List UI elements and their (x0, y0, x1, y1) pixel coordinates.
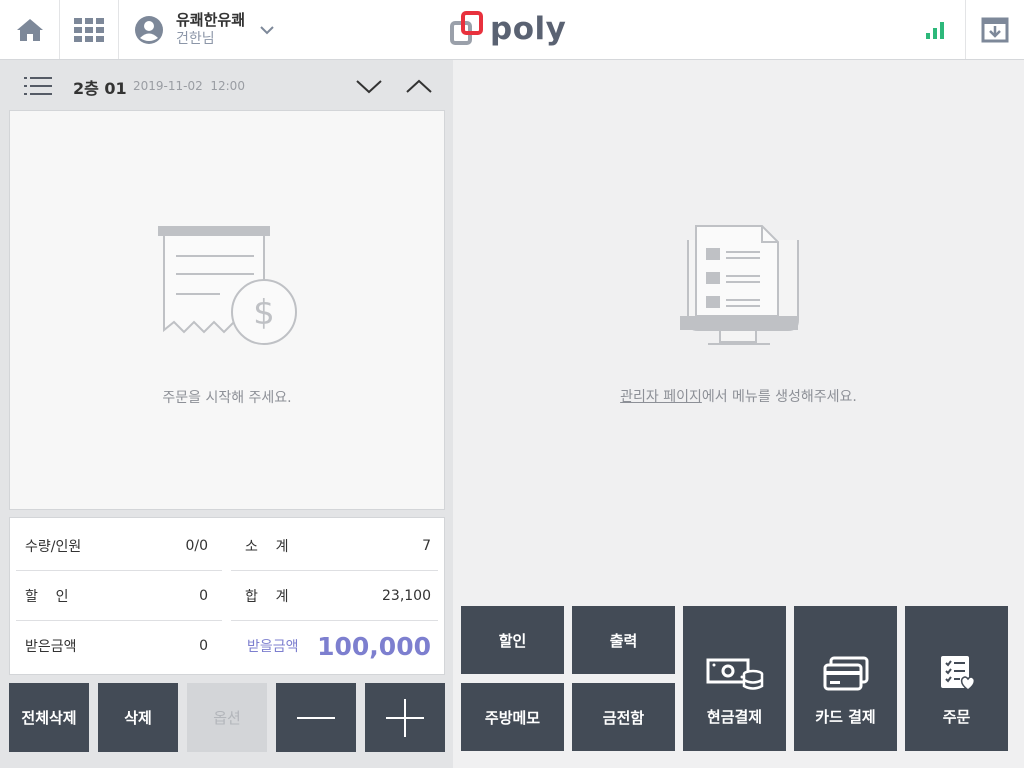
summary-received: 받은금액 0 (16, 621, 222, 671)
minus-icon (297, 716, 335, 719)
chevron-down-icon (260, 25, 274, 34)
poly-logo: poly (450, 10, 566, 48)
summary-due: 받을금액 100,000 (231, 621, 438, 671)
order-label: 주문 (942, 708, 971, 726)
menu-empty-message: 관리자 페이지에서 메뉴를 생성해주세요. (453, 386, 1024, 406)
table-name: 2층 01 (73, 79, 127, 98)
increase-button[interactable] (365, 683, 445, 752)
top-bar: 유쾌한유쾌 건한님 poly (0, 0, 1024, 60)
credit-card-icon (823, 656, 868, 691)
card-pay-button[interactable]: 카드 결제 (794, 606, 897, 751)
order-summary: 수량/인원 0/0 소 계 7 할 인 0 합 계 23,100 받은금액 0 … (9, 517, 445, 675)
download-icon (981, 17, 1009, 42)
qty-value: 0/0 (185, 537, 208, 554)
cash-icon (706, 658, 763, 690)
subtotal-label: 소 계 (245, 538, 289, 555)
delete-button[interactable]: 삭제 (98, 683, 178, 752)
order-panel: 2층 01 2019-11-02 12:00 $ 주문을 시작해 주세요. 수량… (0, 60, 453, 768)
menu-document-icon (680, 225, 799, 345)
card-pay-label: 카드 결제 (815, 708, 876, 726)
summary-subtotal: 소 계 7 (231, 521, 438, 571)
svg-text:$: $ (253, 293, 275, 333)
kitchen-memo-button[interactable]: 주방메모 (461, 683, 564, 751)
home-icon (16, 18, 43, 41)
order-checklist-icon (940, 656, 975, 691)
due-label: 받을금액 (247, 639, 299, 655)
subtotal-value: 7 (422, 537, 431, 554)
menu-empty-rest: 에서 메뉴를 생성해주세요. (701, 389, 857, 405)
discount-button[interactable]: 할인 (461, 606, 564, 674)
summary-total: 합 계 23,100 (231, 571, 438, 621)
print-button[interactable]: 출력 (572, 606, 675, 674)
qty-label: 수량/인원 (25, 538, 82, 555)
list-icon[interactable] (24, 76, 52, 96)
chevron-down-icon[interactable] (355, 78, 383, 94)
cash-pay-button[interactable]: 현금결제 (683, 606, 786, 751)
cash-drawer-button[interactable]: 금전함 (572, 683, 675, 751)
home-button[interactable] (0, 0, 60, 59)
logo-mark-icon (450, 11, 483, 45)
summary-qty: 수량/인원 0/0 (16, 521, 222, 571)
summary-discount: 할 인 0 (16, 571, 222, 621)
logo-text: poly (490, 11, 567, 47)
order-button[interactable]: 주문 (905, 606, 1008, 751)
apps-grid-button[interactable] (60, 0, 119, 59)
chevron-up-icon[interactable] (405, 78, 433, 94)
user-subtitle: 건한님 (176, 30, 215, 47)
total-value: 23,100 (382, 587, 431, 604)
receipt-icon: $ (158, 226, 297, 345)
received-value: 0 (199, 638, 208, 654)
user-info: 유쾌한유쾌 건한님 (176, 11, 245, 49)
user-avatar-icon (135, 15, 163, 44)
download-button[interactable] (965, 0, 1024, 59)
user-menu[interactable]: 유쾌한유쾌 건한님 (120, 0, 295, 59)
admin-page-link[interactable]: 관리자 페이지 (620, 389, 702, 405)
option-button[interactable]: 옵션 (187, 683, 267, 752)
menu-panel: 관리자 페이지에서 메뉴를 생성해주세요. 할인 출력 주방메모 금전함 현금결… (453, 60, 1024, 768)
order-empty-message: 주문을 시작해 주세요. (162, 390, 292, 406)
discount-value: 0 (199, 587, 208, 604)
decrease-button[interactable] (276, 683, 356, 752)
order-header: 2층 01 2019-11-02 12:00 (0, 60, 453, 110)
connection-status (905, 0, 965, 59)
discount-label: 할 인 (25, 588, 69, 605)
cash-pay-label: 현금결제 (706, 708, 763, 726)
clear-all-button[interactable]: 전체삭제 (9, 683, 89, 752)
order-datetime: 2019-11-02 12:00 (133, 79, 245, 93)
user-name: 유쾌한유쾌 (176, 10, 246, 29)
grid-icon (74, 17, 104, 42)
order-list: $ 주문을 시작해 주세요. (9, 110, 445, 510)
plus-icon (386, 698, 424, 737)
due-value: 100,000 (317, 631, 431, 661)
signal-icon (926, 21, 944, 39)
total-label: 합 계 (245, 588, 289, 605)
received-label: 받은금액 (25, 639, 77, 655)
